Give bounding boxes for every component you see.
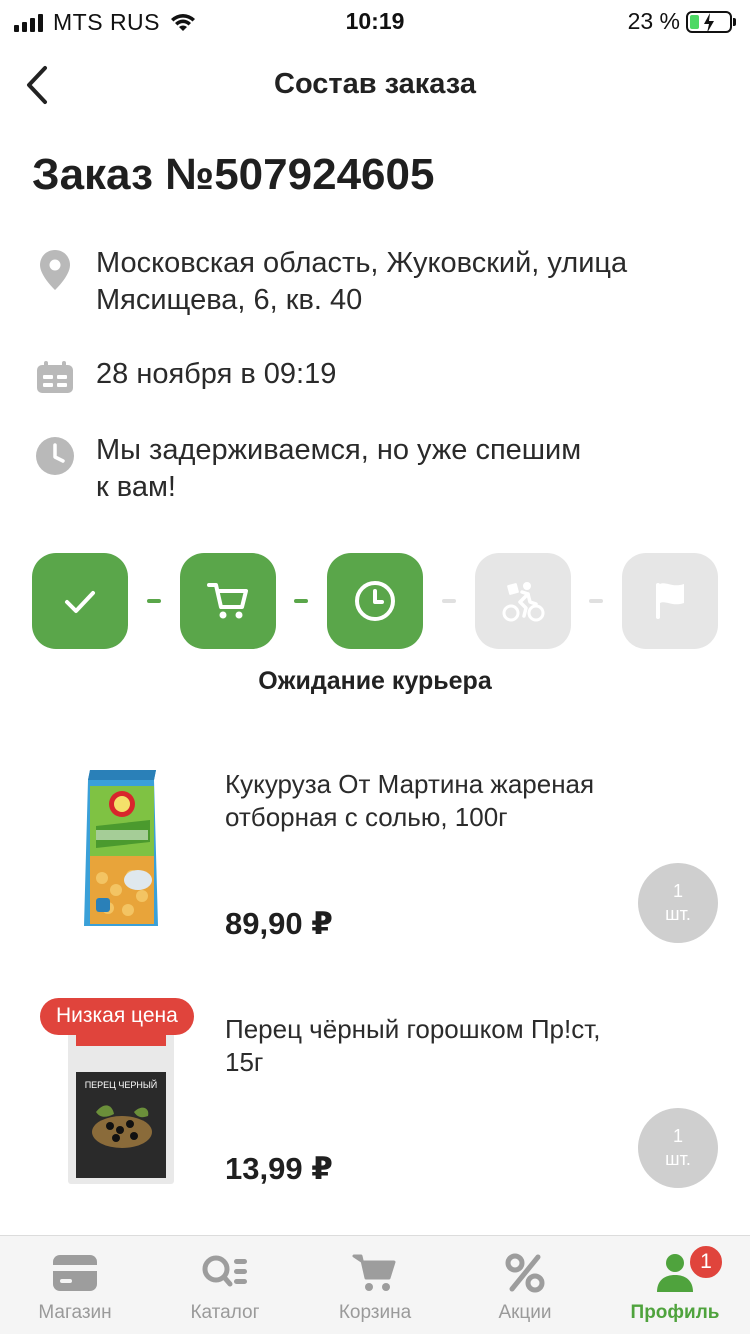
- quantity-unit: шт.: [665, 904, 691, 924]
- quantity-badge: 1 шт.: [638, 1108, 718, 1188]
- step-connector: [441, 599, 456, 603]
- quantity-value: 1: [672, 881, 683, 901]
- status-bar: MTS RUS 10:19 23 %: [0, 0, 750, 44]
- quantity-unit: шт.: [665, 1149, 691, 1169]
- page-title: Состав заказа: [274, 68, 476, 100]
- step-accepted: [32, 553, 128, 649]
- tab-promotions[interactable]: Акции: [450, 1236, 600, 1334]
- order-status-caption: Ожидание курьера: [258, 667, 492, 695]
- calendar-icon: [37, 361, 73, 393]
- tab-shop[interactable]: Магазин: [0, 1236, 150, 1334]
- courier-bike-icon: [502, 582, 544, 622]
- order-progress: [32, 553, 718, 649]
- tab-label: Профиль: [630, 1302, 720, 1323]
- product-name-line-1: Кукуруза От Мартина жареная: [225, 769, 595, 799]
- checkmark-icon: [65, 591, 95, 613]
- battery-icon: [686, 10, 732, 33]
- order-number-title: Заказ №507924605: [32, 150, 435, 199]
- cart-icon: [352, 1254, 396, 1291]
- step-courier-on-way: [474, 553, 571, 649]
- cart-icon: [206, 583, 248, 619]
- clock-icon: [355, 581, 395, 621]
- product-name-line-1: Перец чёрный горошком Пр!ст, 15г: [225, 1014, 601, 1077]
- product-price: 13,99 ₽: [225, 1151, 333, 1186]
- step-connector: [294, 599, 309, 603]
- step-assembly: [179, 553, 276, 649]
- step-connector: [146, 599, 161, 603]
- quantity-value: 1: [672, 1126, 683, 1146]
- nav-header: Состав заказа: [0, 50, 750, 120]
- address-row: Московская область, Жуковский, улица Мяс…: [32, 245, 722, 319]
- percent-icon: [505, 1253, 545, 1293]
- wallet-icon: [53, 1255, 97, 1291]
- delay-note-line-1: Мы задерживаемся, но уже спешим: [96, 434, 582, 466]
- delivery-datetime: 28 ноября в 09:19: [96, 358, 337, 390]
- tab-cart[interactable]: Корзина: [300, 1236, 450, 1334]
- step-delivered: [622, 553, 718, 649]
- clock-icon: [36, 437, 74, 475]
- product-name-line-2: отборная с солью, 100г: [225, 802, 508, 832]
- low-price-badge: Низкая цена: [40, 998, 194, 1035]
- tab-label: Корзина: [338, 1302, 412, 1323]
- product-image-corn: [84, 770, 158, 926]
- quantity-badge: 1 шт.: [638, 863, 718, 943]
- delay-note-row: Мы задерживаемся, но уже спешим к вам!: [32, 432, 722, 506]
- tab-label: Акции: [498, 1302, 552, 1323]
- package-label: ПЕРЕЦ ЧЕРНЫЙ: [85, 1079, 158, 1090]
- catalog-search-icon: [202, 1255, 247, 1287]
- order-item[interactable]: Кукуруза От Мартина жареная отборная с с…: [0, 768, 750, 978]
- delay-note-line-2: к вам!: [96, 471, 176, 503]
- flag-icon: [656, 583, 684, 619]
- battery-percent: 23 %: [627, 8, 680, 34]
- delivery-date-row: 28 ноября в 09:19: [32, 356, 722, 394]
- tab-label: Каталог: [190, 1302, 260, 1323]
- product-image-pepper: ПЕРЕЦ ЧЕРНЫЙ: [68, 1028, 174, 1184]
- bottom-tab-bar: Магазин Каталог Корзина Акции Профиль 1: [0, 1235, 750, 1334]
- product-price: 89,90 ₽: [225, 906, 333, 941]
- tab-label: Магазин: [38, 1302, 112, 1323]
- tab-profile[interactable]: Профиль 1: [600, 1236, 750, 1334]
- step-connector: [589, 599, 604, 603]
- order-item[interactable]: ПЕРЕЦ ЧЕРНЫЙ Низкая цена Перец чёрный го…: [0, 998, 750, 1223]
- address-line-2: Мясищева, 6, кв. 40: [96, 284, 363, 316]
- notification-badge: 1: [688, 1244, 724, 1280]
- address-line-1: Московская область, Жуковский, улица: [96, 247, 628, 279]
- tab-catalog[interactable]: Каталог: [150, 1236, 300, 1334]
- step-waiting-courier: [327, 553, 423, 649]
- location-pin-icon: [40, 250, 70, 290]
